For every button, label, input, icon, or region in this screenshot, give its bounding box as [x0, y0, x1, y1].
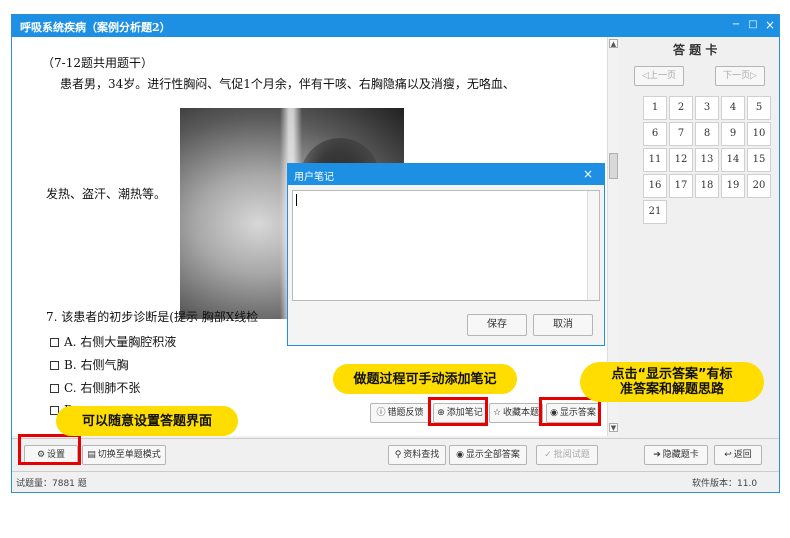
answer-callout-line-1: 点击“显示答案”有标: [611, 367, 733, 382]
note-textarea[interactable]: [292, 190, 600, 301]
question-number-cell[interactable]: 10: [747, 122, 771, 146]
option-c-label: C. 右侧肺不张: [64, 381, 141, 395]
back-label: 返回: [733, 450, 752, 460]
question-number-cell[interactable]: 17: [669, 174, 693, 198]
back-button[interactable]: ↩ 返回: [714, 445, 762, 465]
hide-card-label: 隐藏题卡: [662, 450, 699, 460]
settings-highlight: [18, 434, 81, 465]
lookup-label: 资料查找: [403, 450, 440, 460]
scroll-thumb[interactable]: [609, 153, 618, 179]
question-number-cell[interactable]: 15: [747, 148, 771, 172]
option-b-label: B. 右侧气胸: [64, 358, 129, 372]
minimize-button[interactable]: −: [729, 18, 743, 32]
question-number-cell[interactable]: 6: [643, 122, 667, 146]
question-number-cell[interactable]: 21: [643, 200, 667, 224]
note-callout: 做题过程可手动添加笔记: [333, 364, 517, 394]
answer-callout: 点击“显示答案”有标 准答案和解题思路: [580, 362, 764, 402]
answer-card-title: 答 题 卡: [673, 43, 718, 57]
question-number-cell[interactable]: 2: [669, 96, 693, 120]
lookup-button[interactable]: ⚲ 资料查找: [388, 445, 446, 465]
question-number-cell[interactable]: 13: [695, 148, 719, 172]
question-number-cell[interactable]: 20: [747, 174, 771, 198]
close-button[interactable]: ×: [763, 18, 777, 32]
document-icon: ▤: [87, 450, 96, 460]
next-icon: ▷: [750, 71, 757, 81]
checkbox-icon[interactable]: [50, 338, 59, 347]
prev-icon: ◁: [642, 71, 649, 81]
show-all-label: 显示全部答案: [465, 450, 520, 460]
dialog-close-icon[interactable]: ×: [583, 167, 593, 181]
checkbox-icon[interactable]: [50, 384, 59, 393]
stem-line-1: 患者男，34岁。进行性胸闷、气促1个月余，伴有干咳、右胸隐痛以及消瘦，无咯血、: [60, 77, 515, 91]
maximize-button[interactable]: □: [746, 18, 760, 32]
next-label: 下一页: [723, 71, 751, 81]
question-number-cell[interactable]: 4: [721, 96, 745, 120]
dialog-title: 用户笔记: [294, 172, 334, 183]
favorite-label: 收藏本题: [503, 408, 540, 418]
question-7-text: 7. 该患者的初步诊断是(提示 胸部X线检: [46, 310, 259, 324]
question-number-cell[interactable]: 12: [669, 148, 693, 172]
eye-icon: ◉: [456, 450, 464, 460]
title-bar: 呼吸系统疾病（案例分析题2） − □ ×: [12, 15, 779, 37]
question-number-cell[interactable]: 14: [721, 148, 745, 172]
grade-button[interactable]: ✓ 批阅试题: [536, 445, 598, 465]
add-note-highlight: [428, 397, 488, 426]
prev-label: 上一页: [648, 71, 676, 81]
status-bar: 试题量：7881 题 软件版本：11.0: [12, 471, 779, 492]
question-number-cell[interactable]: 1: [643, 96, 667, 120]
scroll-up-icon[interactable]: ▲: [609, 39, 618, 48]
option-a[interactable]: A. 右侧大量胸腔积液: [50, 333, 176, 350]
question-number-cell[interactable]: 7: [669, 122, 693, 146]
return-icon: ↩: [724, 450, 732, 460]
save-button[interactable]: 保存: [467, 314, 527, 336]
settings-callout: 可以随意设置答题界面: [56, 406, 238, 436]
question-number-cell[interactable]: 18: [695, 174, 719, 198]
checkbox-icon[interactable]: [50, 361, 59, 370]
show-answer-highlight: [539, 397, 601, 426]
textarea-scrollbar[interactable]: [587, 191, 599, 300]
grade-label: 批阅试题: [553, 450, 590, 460]
user-note-dialog: 用户笔记 × 保存 取消: [287, 163, 605, 346]
favorite-button[interactable]: ☆ 收藏本题: [489, 403, 543, 423]
bottom-toolbar: ⚙ 设置 ▤ 切换至单题模式 ⚲ 资料查找 ◉ 显示全部答案 ✓ 批阅试题 ➔ 隐藏题卡 ↩…: [12, 438, 779, 470]
single-mode-button[interactable]: ▤ 切换至单题模式: [82, 445, 166, 465]
check-circle-icon: ✓: [544, 450, 552, 460]
option-a-label: A. 右侧大量胸腔积液: [64, 335, 177, 349]
cancel-button[interactable]: 取消: [533, 314, 593, 336]
arrow-circle-icon: ➔: [653, 450, 661, 460]
show-all-answers-button[interactable]: ◉ 显示全部答案: [449, 445, 527, 465]
feedback-button[interactable]: ⓘ 错题反馈: [370, 403, 430, 423]
dialog-title-bar: 用户笔记 ×: [288, 164, 604, 185]
stem-line-2: 发热、盗汗、潮热等。: [46, 187, 167, 201]
option-b[interactable]: B. 右侧气胸: [50, 356, 128, 373]
option-c[interactable]: C. 右侧肺不张: [50, 379, 140, 396]
text-cursor: [296, 194, 297, 206]
prev-page-button[interactable]: ◁上一页: [634, 66, 684, 86]
answer-callout-line-2: 准答案和解题思路: [619, 382, 724, 397]
question-count: 试题量：7881 题: [16, 479, 87, 489]
question-number-cell[interactable]: 8: [695, 122, 719, 146]
question-number-cell[interactable]: 16: [643, 174, 667, 198]
scroll-down-icon[interactable]: ▼: [609, 423, 618, 432]
question-number-cell[interactable]: 3: [695, 96, 719, 120]
window-title: 呼吸系统疾病（案例分析题2）: [20, 21, 171, 34]
group-header: （7-12题共用题干）: [42, 56, 153, 70]
question-number-cell[interactable]: 5: [747, 96, 771, 120]
software-version: 软件版本：11.0: [692, 479, 758, 489]
single-mode-label: 切换至单题模式: [97, 450, 161, 460]
question-number-cell[interactable]: 19: [721, 174, 745, 198]
feedback-label: 错题反馈: [387, 408, 424, 418]
hide-card-button[interactable]: ➔ 隐藏题卡: [644, 445, 708, 465]
question-number-cell[interactable]: 11: [643, 148, 667, 172]
next-page-button[interactable]: 下一页▷: [715, 66, 765, 86]
search-icon: ⚲: [394, 450, 402, 460]
star-icon: ☆: [492, 408, 502, 418]
info-icon: ⓘ: [376, 408, 386, 418]
question-number-cell[interactable]: 9: [721, 122, 745, 146]
